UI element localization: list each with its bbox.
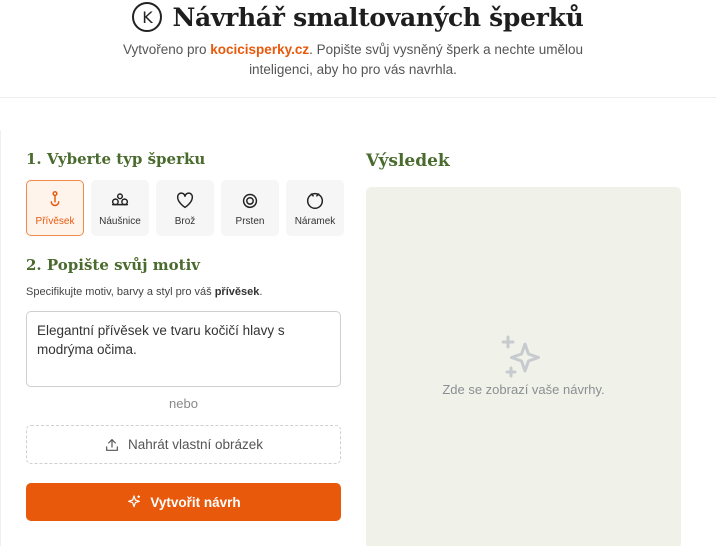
page-subtitle: Vytvořeno pro kocicisperky.cz. Popište s… <box>100 40 606 80</box>
page-title: Návrhář smaltovaných šperků <box>172 2 584 32</box>
ring-icon <box>242 193 258 209</box>
step2-title: 2. Popište svůj motiv <box>26 256 201 274</box>
hint-suffix: . <box>259 286 263 298</box>
type-option-brooch[interactable]: Brož <box>156 180 214 236</box>
type-label: Brož <box>174 216 196 227</box>
hint-type: přívěsek <box>214 286 260 298</box>
brand-link[interactable]: kocicisperky.cz <box>210 42 309 57</box>
type-label: Náušnice <box>99 216 141 227</box>
or-divider: nebo <box>169 396 198 411</box>
result-title: Výsledek <box>366 151 450 171</box>
create-label: Vytvořit návrh <box>150 494 241 510</box>
type-label: Přívěsek <box>35 216 75 227</box>
motif-hint: Specifikujte motiv, barvy a styl pro váš… <box>26 286 262 298</box>
sparkles-icon <box>501 335 540 378</box>
bracelet-icon <box>306 192 324 209</box>
logo-icon: K <box>132 2 163 32</box>
sparkle-icon <box>128 495 141 508</box>
upload-label: Nahrát vlastní obrázek <box>127 437 264 452</box>
type-option-earrings[interactable]: Náušnice <box>91 180 149 236</box>
pendant-icon <box>50 191 60 207</box>
type-option-pendant[interactable]: Přívěsek <box>26 180 84 236</box>
hint-prefix: Specifikujte motiv, barvy a styl pro váš <box>26 286 215 298</box>
create-design-button[interactable]: Vytvořit návrh <box>26 483 341 521</box>
type-option-ring[interactable]: Prsten <box>221 180 279 236</box>
type-label: Náramek <box>294 216 336 227</box>
subtitle-prefix: Vytvořeno pro <box>122 42 211 57</box>
header: K Návrhář smaltovaných šperků Vytvořeno … <box>0 0 716 98</box>
title-row: K Návrhář smaltovaných šperků <box>0 2 716 32</box>
type-option-bracelet[interactable]: Náramek <box>286 180 344 236</box>
result-placeholder: Zde se zobrazí vaše návrhy. <box>442 382 605 397</box>
motif-textarea[interactable]: Elegantní přívěsek ve tvaru kočičí hlavy… <box>26 311 341 387</box>
type-label: Prsten <box>235 216 265 227</box>
upload-icon <box>106 438 118 451</box>
earrings-icon <box>111 193 129 206</box>
brooch-heart-icon <box>176 192 194 209</box>
upload-image-button[interactable]: Nahrát vlastní obrázek <box>26 425 341 464</box>
step1-title: 1. Vyberte typ šperku <box>26 150 206 168</box>
jewelry-type-selector: Přívěsek Náušnice Brož Prsten Náramek <box>26 180 344 236</box>
